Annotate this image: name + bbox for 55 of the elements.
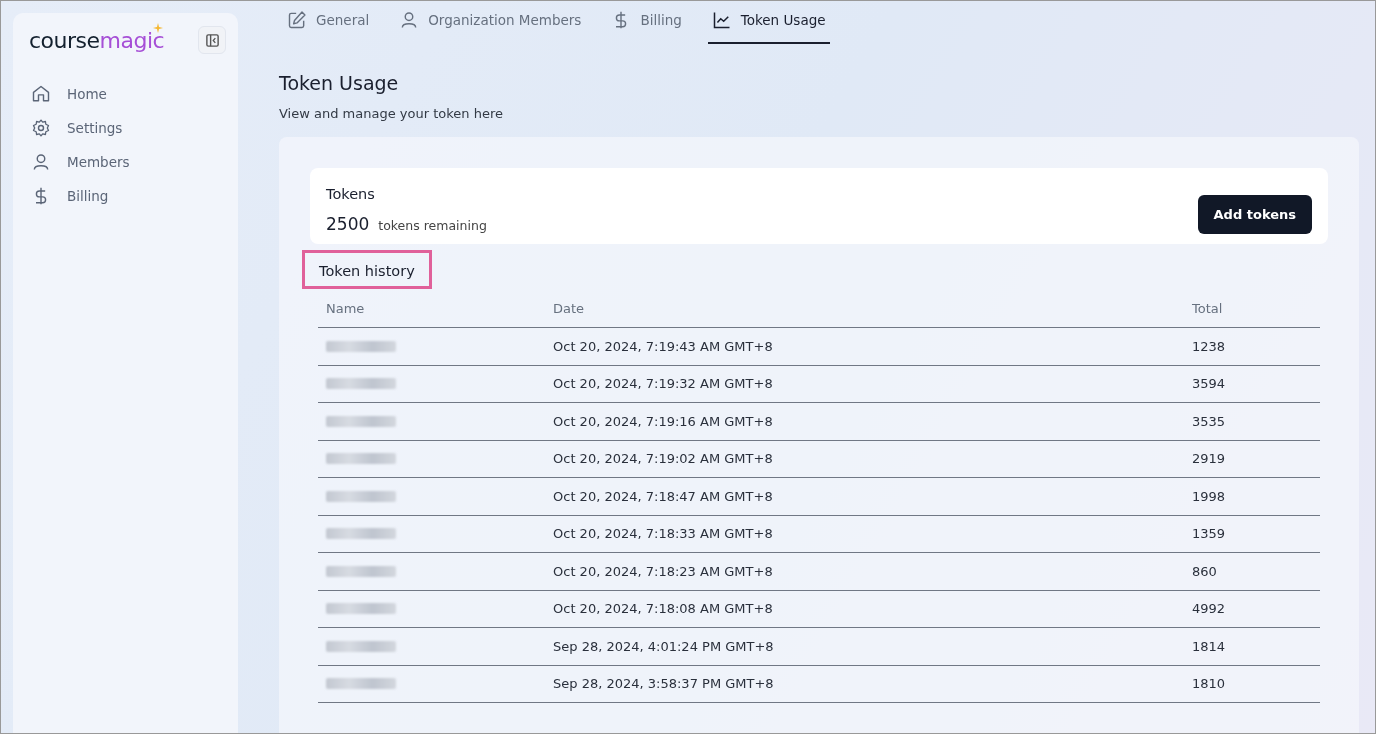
column-header: Total <box>1192 300 1224 316</box>
token-count: 2500 <box>326 214 370 234</box>
home-icon <box>31 84 51 104</box>
column-header: Name <box>325 300 366 316</box>
tab[interactable]: General <box>283 1 374 44</box>
table-cell-text: 1998 <box>1192 488 1227 504</box>
table-cell-text: Oct 20, 2024, 7:18:08 AM GMT+8 <box>553 601 774 617</box>
table-cell-text: Oct 20, 2024, 7:19:43 AM GMT+8 <box>553 338 774 354</box>
redacted-name <box>326 640 396 652</box>
sidebar-item[interactable]: Members <box>25 149 226 175</box>
sidebar-item[interactable]: Billing <box>25 183 226 209</box>
table-cell-text: 2919 <box>1192 451 1227 467</box>
collapse-sidebar-button[interactable] <box>198 26 226 54</box>
token-count-label: tokens remaining <box>378 218 487 233</box>
edit-icon <box>287 10 307 30</box>
table-cell-text: Sep 28, 2024, 3:58:37 PM GMT+8 <box>553 676 775 692</box>
tab[interactable]: Organization Members <box>395 1 586 44</box>
section-heading: Token history <box>302 250 432 289</box>
table-cell-text: 1238 <box>1192 338 1227 354</box>
table-cell-text: 4992 <box>1192 601 1227 617</box>
column-header: Date <box>553 300 586 316</box>
redacted-name <box>326 565 396 577</box>
redacted-name <box>326 415 396 427</box>
sidebar-item[interactable]: Home <box>25 81 226 107</box>
page-title: Token Usage <box>279 72 400 94</box>
card-title: Tokens <box>326 186 376 202</box>
redacted-name <box>326 340 396 352</box>
line-chart-icon <box>711 10 732 30</box>
table-cell-text: 860 <box>1192 563 1218 579</box>
table-cell-text: Oct 20, 2024, 7:19:32 AM GMT+8 <box>553 376 774 392</box>
table-cell-text: Oct 20, 2024, 7:18:47 AM GMT+8 <box>553 488 774 504</box>
table-cell-text: Sep 28, 2024, 4:01:24 PM GMT+8 <box>553 638 775 654</box>
redacted-name <box>326 453 396 465</box>
tab[interactable]: Billing <box>607 1 686 44</box>
page-subtitle: View and manage your token here <box>279 106 504 121</box>
add-tokens-button[interactable]: Add tokens <box>1197 195 1312 234</box>
table-cell-text: 1810 <box>1192 676 1227 692</box>
table-cell-text: 3594 <box>1192 376 1227 392</box>
user-icon <box>31 152 51 172</box>
sidebar-item[interactable]: Settings <box>25 115 226 141</box>
settings-icon <box>31 118 51 138</box>
redacted-name <box>326 678 396 690</box>
redacted-name <box>326 603 396 615</box>
table-cell-text: Oct 20, 2024, 7:19:16 AM GMT+8 <box>553 413 774 429</box>
table-cell-text: Oct 20, 2024, 7:18:23 AM GMT+8 <box>553 563 774 579</box>
tab[interactable]: Token Usage <box>707 1 830 44</box>
redacted-name <box>326 378 396 390</box>
sidebar-collapse-icon <box>204 32 220 48</box>
table-cell-text: 3535 <box>1192 413 1227 429</box>
table-cell-text: Oct 20, 2024, 7:18:33 AM GMT+8 <box>553 526 774 542</box>
table-cell-text: 1359 <box>1192 526 1227 542</box>
table-cell-text: 1814 <box>1192 638 1227 654</box>
redacted-name <box>326 490 396 502</box>
redacted-name <box>326 528 396 540</box>
table-cell-text: Oct 20, 2024, 7:19:02 AM GMT+8 <box>553 451 774 467</box>
